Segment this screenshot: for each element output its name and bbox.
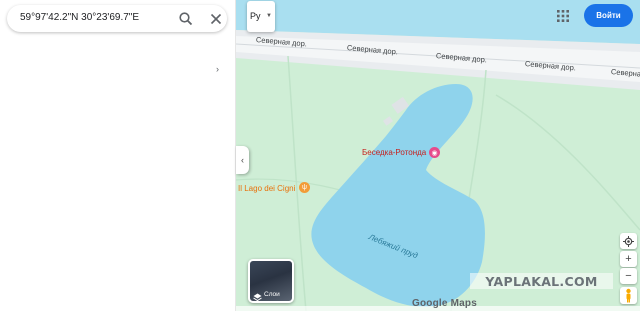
camera-icon[interactable]: ◉ [429, 147, 440, 158]
collapse-panel-button[interactable]: ‹ [236, 146, 249, 174]
search-input[interactable]: 59°97'42.2"N 30°23'69.7"E [20, 12, 139, 23]
google-maps-logo: Google Maps [412, 298, 477, 309]
signin-button[interactable]: Войти [584, 4, 633, 27]
chevron-left-icon: ‹ [241, 155, 244, 165]
side-panel: 59°97'42.2"N 30°23'69.7"E › [0, 0, 236, 311]
restaurant-icon[interactable]: ψ [299, 182, 310, 193]
site-watermark: YAPLAKAL.COM [470, 273, 613, 289]
search-icon[interactable] [177, 10, 195, 28]
search-box[interactable]: 59°97'42.2"N 30°23'69.7"E [7, 5, 227, 32]
close-icon[interactable] [207, 10, 225, 28]
apps-grid-icon[interactable] [557, 9, 569, 22]
poi-label-restaurant[interactable]: Il Lago dei Cigni [238, 184, 295, 193]
zoom-in-button[interactable]: + [620, 251, 637, 267]
poi-label-rotonda[interactable]: Беседка-Ротонда [362, 148, 426, 157]
zoom-out-button[interactable]: − [620, 268, 637, 284]
layers-icon [253, 289, 262, 301]
pegman-icon [626, 288, 631, 303]
map-type-value: Ру [250, 11, 261, 21]
chevron-right-icon[interactable]: › [216, 64, 219, 74]
layers-label: Слои [264, 291, 280, 298]
caret-down-icon: ▼ [266, 13, 272, 19]
minus-icon: − [625, 270, 632, 282]
map-type-select[interactable]: Ру ▼ [247, 1, 275, 32]
pegman-button[interactable] [620, 287, 637, 304]
my-location-icon [623, 235, 634, 247]
my-location-button[interactable] [620, 233, 637, 249]
layers-button[interactable]: Слои [248, 259, 294, 303]
map-canvas[interactable]: Северная дор. Северная дор. Северная дор… [236, 0, 640, 311]
plus-icon: + [625, 253, 632, 265]
